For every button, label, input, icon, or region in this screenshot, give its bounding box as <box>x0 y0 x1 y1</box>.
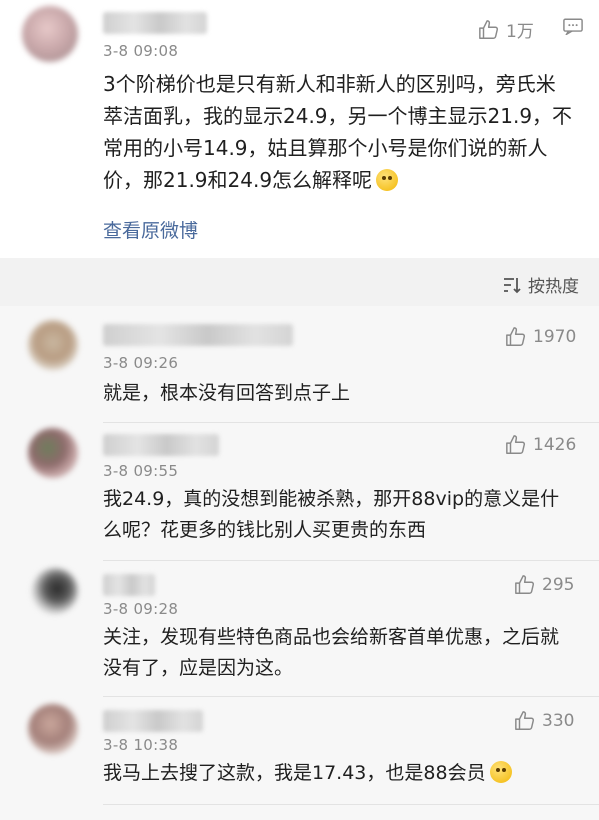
comment-text: 我24.9，真的没想到能被杀熟，那开88vip的意义是什么呢？花更多的钱比别人买… <box>103 488 560 541</box>
comment-time: 3-8 09:28 <box>103 600 179 618</box>
comment-avatar[interactable] <box>28 428 78 478</box>
view-original-link[interactable]: 查看原微博 <box>103 216 198 243</box>
comment-divider <box>103 422 599 423</box>
post-text: 3个阶梯价也是只有新人和非新人的区别吗，旁氏米萃洁面乳，我的显示24.9，另一个… <box>103 68 573 196</box>
comment-like-count: 330 <box>542 711 575 731</box>
post-text-content: 3个阶梯价也是只有新人和非新人的区别吗，旁氏米萃洁面乳，我的显示24.9，另一个… <box>103 72 573 192</box>
sort-label: 按热度 <box>528 277 579 297</box>
comment-like-count: 295 <box>542 575 575 595</box>
comment-time: 3-8 10:38 <box>103 736 179 754</box>
emoji-icon <box>376 169 399 191</box>
post-author-avatar[interactable] <box>22 6 78 62</box>
post-author-name[interactable] <box>103 12 207 34</box>
comment-avatar[interactable] <box>32 568 78 614</box>
weibo-post: 3-8 09:08 1万 3个阶梯价也是只有新人和非新人的区别吗，旁氏米萃洁面乳… <box>0 0 599 258</box>
comment-text: 就是，根本没有回答到点子上 <box>103 382 351 404</box>
comment-time: 3-8 09:55 <box>103 462 179 480</box>
comment-avatar[interactable] <box>28 704 78 754</box>
thumbs-up-icon <box>515 575 535 594</box>
comment-author-name[interactable] <box>103 324 293 346</box>
emoji-icon <box>489 761 512 783</box>
comment-list: 3-8 09:26 1970 就是，根本没有回答到点子上 3-8 09:55 1… <box>0 306 599 820</box>
comment-like-count: 1426 <box>533 435 577 455</box>
comment-avatar[interactable] <box>28 320 78 370</box>
comment-like-button[interactable]: 330 <box>514 710 574 732</box>
comment-like-button[interactable]: 295 <box>514 574 574 596</box>
comment-text: 关注，发现有些特色商品也会给新客首单优惠，之后就没有了，应是因为这。 <box>103 626 560 679</box>
comment-divider <box>103 804 599 805</box>
comment-divider <box>103 560 599 561</box>
thumbs-up-icon <box>506 327 526 346</box>
comment-text: 我马上去搜了这款，我是17.43，也是88会员 <box>103 758 573 789</box>
comment-like-button[interactable]: 1426 <box>505 434 576 456</box>
comment-icon[interactable] <box>563 18 583 35</box>
sort-by-hot-button[interactable]: 按热度 <box>502 272 579 297</box>
comment-author-name[interactable] <box>103 574 155 596</box>
comment-like-count: 1970 <box>533 327 577 347</box>
comment-divider <box>103 696 599 697</box>
thumbs-up-icon <box>479 19 499 39</box>
comment-text-content: 我马上去搜了这款，我是17.43，也是88会员 <box>103 762 486 784</box>
comment-author-name[interactable] <box>103 434 219 456</box>
comment-like-button[interactable]: 1970 <box>505 326 576 348</box>
comment-author-name[interactable] <box>103 710 203 732</box>
thumbs-up-icon <box>515 711 535 730</box>
comment-time: 3-8 09:26 <box>103 354 179 372</box>
post-like-button[interactable]: 1万 <box>478 17 534 42</box>
thumbs-up-icon <box>506 435 526 454</box>
post-time: 3-8 09:08 <box>103 42 179 60</box>
post-like-count: 1万 <box>506 22 534 42</box>
sort-icon <box>504 277 521 293</box>
